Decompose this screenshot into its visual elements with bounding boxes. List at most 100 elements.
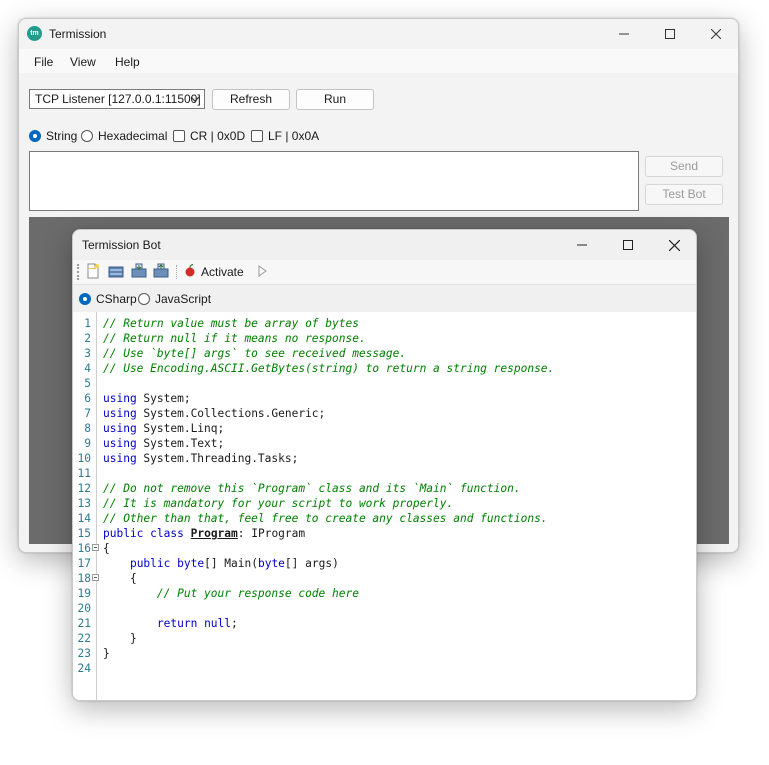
code-line[interactable]: 15 public class Program: IProgram [73,526,696,541]
line-number: 23 [77,647,91,660]
code-line[interactable]: 19 // Put your response code here [73,586,696,601]
bot-window: Termission Bot Activate CSharp JavaScrip… [72,229,697,701]
code-text: { [103,541,110,556]
code-line[interactable]: 2 // Return null if it means no response. [73,331,696,346]
menu-bar: File View Help [19,49,738,73]
bot-window-title: Termission Bot [82,238,161,252]
code-token: return [156,617,198,630]
code-editor[interactable]: 1// Return value must be array of bytes 2… [73,312,696,700]
code-text: // Use `byte[] args` to see received mes… [103,346,406,361]
code-text: // Return null if it means no response. [103,331,366,346]
menu-view[interactable]: View [70,55,96,69]
maximize-icon [665,29,675,39]
code-text: public class Program: IProgram [103,526,305,541]
test-bot-button[interactable]: Test Bot [645,184,723,205]
line-number: 20 [77,602,91,615]
code-token: // It is mandatory for your script to wo… [103,497,454,510]
javascript-radio-indicator [138,293,150,305]
new-file-icon[interactable] [85,263,101,279]
activate-button[interactable]: Activate [201,265,244,279]
run-button[interactable]: Run [296,89,374,110]
lf-checkbox-label: LF | 0x0A [268,129,320,143]
code-line[interactable]: 6 using System; [73,391,696,406]
connection-select[interactable]: TCP Listener [127.0.0.1:11500] [29,89,205,109]
code-line[interactable]: 18 { [73,571,696,586]
code-token: null [204,617,232,630]
close-button[interactable] [693,19,738,49]
fold-toggle-icon[interactable] [92,544,99,551]
save-icon[interactable] [131,263,147,279]
code-line[interactable]: 12 // Do not remove this `Program` class … [73,481,696,496]
code-token: // Use Encoding.ASCII.GetBytes(string) t… [103,362,555,375]
code-line[interactable]: 22 } [73,631,696,646]
line-number: 19 [77,587,91,600]
code-token: ; [231,617,238,630]
fold-toggle-icon[interactable] [92,574,99,581]
bot-titlebar[interactable]: Termission Bot [73,230,696,260]
string-radio[interactable]: String [29,129,77,143]
code-line[interactable]: 7 using System.Collections.Generic; [73,406,696,421]
csharp-radio[interactable]: CSharp [79,292,137,306]
activate-icon[interactable] [182,263,198,279]
refresh-button[interactable]: Refresh [212,89,290,110]
code-token: using [103,422,137,435]
code-line[interactable]: 8 using System.Linq; [73,421,696,436]
cr-checkbox[interactable]: CR | 0x0D [173,129,245,143]
chevron-down-icon [190,96,200,102]
code-line[interactable]: 20 [73,601,696,616]
code-line[interactable]: 4 // Use Encoding.ASCII.GetBytes(string) … [73,361,696,376]
code-line[interactable]: 23} [73,646,696,661]
code-line[interactable]: 13 // It is mandatory for your script to … [73,496,696,511]
code-text: using System.Text; [103,436,224,451]
code-text: // Put your response code here [103,586,359,601]
code-text: using System.Collections.Generic; [103,406,325,421]
code-line[interactable]: 5 [73,376,696,391]
toolbar-grip[interactable] [77,264,81,280]
code-token: System.Collections.Generic; [136,407,326,420]
code-token: System; [136,392,191,405]
code-text: // Other than that, feel free to create … [103,511,548,526]
code-token: // Do not remove this `Program` class an… [103,482,521,495]
code-line[interactable]: 14 // Other than that, feel free to creat… [73,511,696,526]
hexadecimal-radio-indicator [81,130,93,142]
code-line[interactable]: 9 using System.Text; [73,436,696,451]
main-window-title: Termission [49,27,107,41]
code-token: Program [190,527,238,540]
maximize-button[interactable] [647,19,693,49]
send-button[interactable]: Send [645,156,723,177]
menu-help[interactable]: Help [115,55,140,69]
code-line[interactable]: 1 // Return value must be array of bytes [73,316,696,331]
javascript-radio[interactable]: JavaScript [138,292,211,306]
bot-maximize-button[interactable] [605,230,651,260]
code-token: System.Threading.Tasks; [136,452,299,465]
save-as-icon[interactable] [153,263,169,279]
code-token: // Return value must be array of bytes [103,317,359,330]
code-line[interactable]: 24 [73,661,696,676]
minimize-button[interactable] [601,19,647,49]
connection-select-value: TCP Listener [127.0.0.1:11500] [35,92,201,106]
code-text: // It is mandatory for your script to wo… [103,496,453,511]
menu-file[interactable]: File [34,55,53,69]
code-line[interactable]: 16 { [73,541,696,556]
code-line[interactable]: 3 // Use `byte[] args` to see received me… [73,346,696,361]
minimize-icon [619,33,629,35]
line-number: 1 [84,317,91,330]
bot-minimize-button[interactable] [559,230,605,260]
code-text: using System.Threading.Tasks; [103,451,298,466]
line-number: 12 [77,482,91,495]
hexadecimal-radio[interactable]: Hexadecimal [81,129,167,143]
play-icon[interactable] [254,263,270,279]
bot-close-button[interactable] [651,230,696,260]
line-number: 9 [84,437,91,450]
code-line[interactable]: 17 public byte[] Main(byte[] args) [73,556,696,571]
code-line[interactable]: 11 [73,466,696,481]
code-line[interactable]: 10 using System.Threading.Tasks; [73,451,696,466]
open-file-icon[interactable] [108,263,124,279]
code-line[interactable]: 21 return null; [73,616,696,631]
lf-checkbox[interactable]: LF | 0x0A [251,129,319,143]
message-input[interactable] [29,151,639,211]
minimize-icon [577,244,587,246]
main-titlebar[interactable]: tm Termission [19,19,738,49]
